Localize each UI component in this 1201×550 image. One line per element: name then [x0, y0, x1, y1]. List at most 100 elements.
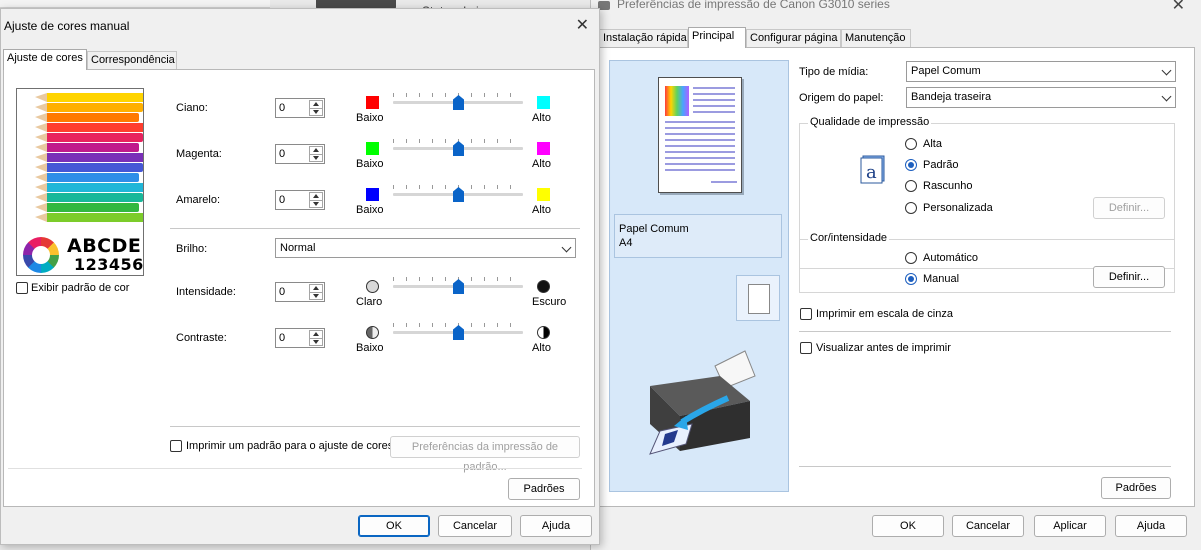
intensity-value: 0: [279, 286, 286, 298]
color-cancel-button[interactable]: Cancelar: [438, 515, 512, 537]
magenta-low-label: Baixo: [356, 158, 384, 170]
show-pattern-label: Exibir padrão de cor: [31, 282, 130, 294]
paper-source-value: Bandeja traseira: [911, 91, 992, 103]
slider-thumb[interactable]: [453, 325, 464, 340]
pattern-prefs-button[interactable]: Preferências da impressão de padrão...: [390, 436, 580, 473]
magenta-slider[interactable]: [393, 139, 523, 157]
cyan-spinbox[interactable]: 0: [275, 98, 325, 118]
contrast-slider[interactable]: [393, 323, 523, 341]
color-dialog-title: Ajuste de cores manual: [4, 19, 130, 33]
grayscale-label: Imprimir em escala de cinza: [816, 308, 953, 320]
media-type-label: Tipo de mídia:: [799, 66, 869, 78]
paper-source-select[interactable]: Bandeja traseira: [906, 87, 1176, 108]
tab-page-setup[interactable]: Configurar página: [746, 29, 841, 47]
pencil-icon: [47, 203, 139, 212]
spin-arrows-icon[interactable]: [309, 192, 323, 208]
spin-arrows-icon[interactable]: [309, 330, 323, 346]
show-pattern-checkbox[interactable]: [16, 282, 28, 294]
print-pattern-label: Imprimir um padrão para o ajuste de core…: [186, 440, 394, 452]
color-intensity-group: Cor/intensidade Automático Manual Defini…: [799, 232, 1175, 293]
color-sample: [665, 86, 689, 116]
pencil-icon: [47, 163, 143, 172]
close-icon[interactable]: ✕: [1172, 0, 1185, 12]
manual-color-adjust-dialog: Ajuste de cores manual ✕ Ajuste de cores…: [0, 8, 600, 545]
magenta-spinbox[interactable]: 0: [275, 144, 325, 164]
tab-color-adjust[interactable]: Ajuste de cores: [3, 49, 87, 70]
grayscale-checkbox[interactable]: [800, 308, 812, 320]
preview-checkbox[interactable]: [800, 342, 812, 354]
color-help-button[interactable]: Ajuda: [520, 515, 592, 537]
print-pattern-checkbox[interactable]: [170, 440, 182, 452]
yellow-slider[interactable]: [393, 185, 523, 203]
yellow-spinbox[interactable]: 0: [275, 190, 325, 210]
cyan-low-label: Baixo: [356, 112, 384, 124]
color-auto-radio[interactable]: [905, 252, 917, 264]
media-type-value: Papel Comum: [911, 65, 981, 77]
pencil-icon: [47, 143, 139, 152]
contrast-low-icon: [366, 326, 379, 339]
tab-maintenance[interactable]: Manutenção: [841, 29, 911, 47]
magenta-value: 0: [279, 148, 286, 160]
color-manual-radio[interactable]: [905, 273, 917, 285]
slider-thumb[interactable]: [453, 279, 464, 294]
media-info-size: A4: [619, 237, 633, 249]
color-ok-button[interactable]: OK: [358, 515, 430, 537]
paper-preview: [658, 77, 742, 193]
slider-thumb[interactable]: [453, 95, 464, 110]
brightness-select[interactable]: Normal: [275, 238, 576, 258]
spin-arrows-icon[interactable]: [309, 100, 323, 116]
pencil-icon: [35, 93, 47, 102]
pencil-icon: [47, 133, 143, 142]
pencil-icon: [47, 153, 143, 162]
magenta-high-label: Alto: [532, 158, 551, 170]
media-info-type: Papel Comum: [619, 223, 689, 235]
quality-standard-radio[interactable]: [905, 159, 917, 171]
printer-apply-button[interactable]: Aplicar: [1034, 515, 1106, 537]
print-preview-pane: Papel Comum A4: [609, 60, 789, 492]
pencil-icon: [47, 173, 139, 182]
chevron-down-icon: [1161, 65, 1172, 76]
yellow-low-icon: [366, 188, 381, 203]
slider-thumb[interactable]: [453, 141, 464, 156]
spin-arrows-icon[interactable]: [309, 146, 323, 162]
quality-high-radio[interactable]: [905, 138, 917, 150]
printer-ok-button[interactable]: OK: [872, 515, 944, 537]
quality-define-button[interactable]: Definir...: [1093, 197, 1165, 219]
media-type-select[interactable]: Papel Comum: [906, 61, 1176, 82]
yellow-high-icon: [537, 188, 552, 203]
print-quality-title: Qualidade de impressão: [808, 116, 932, 128]
brightness-value: Normal: [280, 242, 316, 254]
printer-help-button[interactable]: Ajuda: [1115, 515, 1187, 537]
quality-custom-radio[interactable]: [905, 202, 917, 214]
intensity-low-icon: [366, 280, 379, 293]
yellow-high-label: Alto: [532, 204, 551, 216]
yellow-label: Amarelo:: [176, 194, 221, 206]
svg-text:a: a: [866, 162, 877, 183]
intensity-slider[interactable]: [393, 277, 523, 295]
color-define-button[interactable]: Definir...: [1093, 266, 1165, 288]
contrast-spinbox[interactable]: 0: [275, 328, 325, 348]
chevron-down-icon: [1161, 91, 1172, 102]
cyan-slider[interactable]: [393, 93, 523, 111]
yellow-low-label: Baixo: [356, 204, 384, 216]
spin-arrows-icon[interactable]: [309, 284, 323, 300]
printer-cancel-button[interactable]: Cancelar: [952, 515, 1024, 537]
slider-thumb[interactable]: [453, 187, 464, 202]
main-tab-panel: Papel Comum A4 Tipo de mídia: Papel Comu…: [598, 47, 1195, 507]
magenta-high-icon: [537, 142, 552, 157]
pencil-icon: [47, 213, 143, 222]
cyan-value: 0: [279, 102, 286, 114]
color-defaults-button[interactable]: Padrões: [508, 478, 580, 500]
intensity-spinbox[interactable]: 0: [275, 282, 325, 302]
quality-draft-radio[interactable]: [905, 180, 917, 192]
quality-standard-label: Padrão: [923, 159, 959, 171]
printer-defaults-button[interactable]: Padrões: [1101, 477, 1171, 499]
pencil-icon: [35, 143, 47, 152]
tab-matching[interactable]: Correspondência: [87, 51, 177, 69]
tab-main[interactable]: Principal: [688, 27, 746, 48]
tab-quick-setup[interactable]: Instalação rápida: [599, 29, 688, 47]
close-icon[interactable]: ✕: [576, 15, 589, 35]
pencil-icon: [47, 103, 143, 112]
contrast-label: Contraste:: [176, 332, 227, 344]
quality-draft-label: Rascunho: [923, 180, 973, 192]
